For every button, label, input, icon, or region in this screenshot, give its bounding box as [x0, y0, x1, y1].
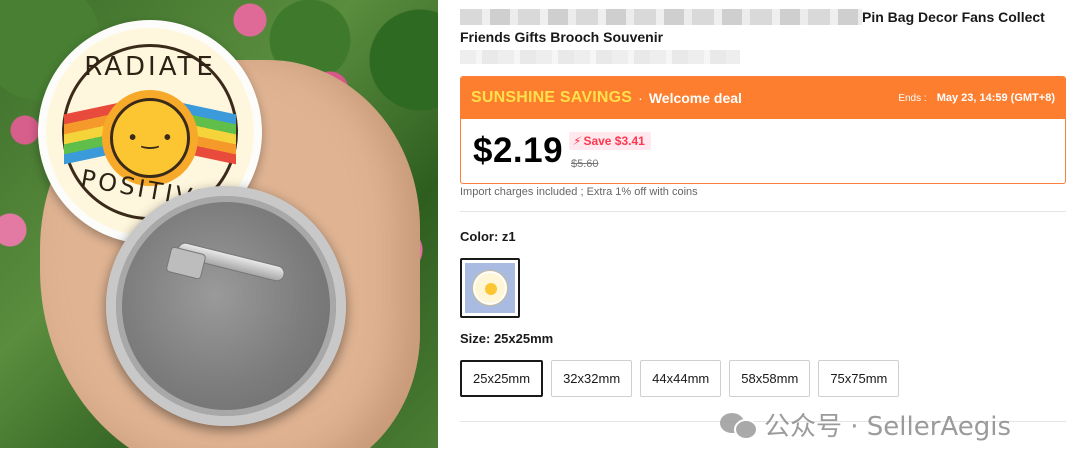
current-price: $2.19 — [473, 131, 564, 170]
size-option-44x44[interactable]: 44x44mm — [640, 360, 722, 397]
sun-face: • ‿ • — [129, 127, 171, 149]
deal-banner: SUNSHINE SAVINGS · Welcome deal Ends : M… — [461, 77, 1065, 119]
deal-name: SUNSHINE SAVINGS — [471, 89, 633, 106]
deal-box: SUNSHINE SAVINGS · Welcome deal Ends : M… — [460, 76, 1066, 184]
deal-type: Welcome deal — [648, 90, 742, 106]
deal-ends-label: Ends : — [898, 92, 927, 104]
swatch-badge-thumbnail — [473, 271, 507, 305]
color-label: Color: z1 — [460, 229, 516, 244]
blurred-title-text — [460, 9, 862, 25]
color-swatch-z1[interactable] — [460, 258, 520, 318]
size-option-58x58[interactable]: 58x58mm — [729, 360, 811, 397]
watermark: 公众号 · SellerAegis — [720, 406, 1011, 443]
bolt-icon: ⚡︎ — [571, 134, 584, 148]
title-line-2: Friends Gifts Brooch Souvenir — [460, 29, 664, 45]
save-text: Save $3.41 — [583, 134, 645, 148]
blurred-subtitle — [460, 50, 740, 64]
product-title: Pin Bag Decor Fans Collect Friends Gifts… — [460, 7, 1060, 47]
deal-ends-value: May 23, 14:59 (GMT+8) — [936, 92, 1055, 104]
deal-ends: Ends : May 23, 14:59 (GMT+8) — [898, 92, 1055, 104]
product-image[interactable]: RADIATE • ‿ • POSITIVITY — [0, 0, 438, 448]
wechat-icon — [720, 411, 758, 440]
product-info: Pin Bag Decor Fans Collect Friends Gifts… — [460, 0, 1068, 467]
badge-top-word: RADIATE — [84, 52, 216, 82]
divider — [460, 211, 1066, 212]
size-option-75x75[interactable]: 75x75mm — [818, 360, 900, 397]
sun-icon: • ‿ • — [110, 98, 190, 178]
badge-back — [106, 186, 346, 426]
size-label: Size: 25x25mm — [460, 331, 554, 346]
deal-separator: · — [638, 90, 643, 106]
watermark-text: 公众号 · SellerAegis — [764, 412, 1012, 442]
original-price: $5.60 — [571, 158, 599, 170]
price-row: $2.19 ⚡︎Save $3.41 $5.60 — [461, 119, 1065, 183]
import-note: Import charges included ; Extra 1% off w… — [460, 186, 698, 198]
swatch-image — [465, 263, 515, 313]
size-option-25x25[interactable]: 25x25mm — [460, 360, 544, 397]
title-visible-part: Pin Bag Decor Fans Collect — [862, 9, 1045, 25]
size-options: 25x25mm 32x32mm 44x44mm 58x58mm 75x75mm — [460, 360, 900, 397]
size-option-32x32[interactable]: 32x32mm — [551, 360, 633, 397]
save-badge: ⚡︎Save $3.41 — [569, 132, 651, 150]
